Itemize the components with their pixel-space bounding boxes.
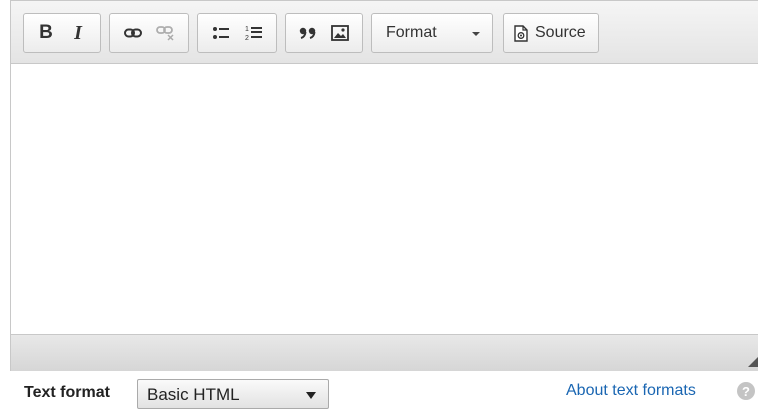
editor-content-area[interactable]: [11, 64, 758, 334]
source-button-label: Source: [535, 24, 586, 41]
editor-bottom-bar: [11, 334, 758, 371]
rich-text-editor: B I 1 2 Format Source: [10, 0, 758, 371]
format-dropdown[interactable]: Format: [371, 13, 493, 53]
text-format-row: Text format Basic HTML About text format…: [0, 371, 758, 413]
bulleted-list-button[interactable]: [206, 18, 236, 48]
dropdown-arrow-icon: [306, 392, 316, 399]
lists-group: 1 2: [197, 13, 277, 53]
link-button[interactable]: [118, 18, 148, 48]
bulleted-list-icon: [212, 27, 229, 39]
links-group: [109, 13, 189, 53]
unlink-icon: [155, 26, 174, 41]
numbered-list-icon: 1 2: [245, 26, 262, 42]
blocks-group: [285, 13, 363, 53]
italic-button[interactable]: I: [63, 18, 93, 48]
blockquote-icon: [299, 27, 316, 39]
resize-handle-icon[interactable]: [748, 357, 758, 367]
svg-text:1: 1: [245, 26, 249, 33]
basic-styles-group: B I: [23, 13, 101, 53]
text-format-selected-value: Basic HTML: [147, 385, 240, 404]
about-text-formats-link[interactable]: About text formats: [566, 382, 696, 400]
source-icon: [514, 24, 528, 42]
text-format-select[interactable]: Basic HTML: [137, 379, 329, 409]
numbered-list-button[interactable]: 1 2: [239, 18, 269, 48]
format-dropdown-label: Format: [386, 24, 437, 41]
image-icon: [331, 25, 349, 41]
text-format-label: Text format: [24, 384, 110, 401]
blockquote-button[interactable]: [293, 18, 323, 48]
bold-button[interactable]: B: [31, 18, 61, 48]
unlink-button[interactable]: [151, 18, 181, 48]
image-button[interactable]: [325, 18, 355, 48]
svg-text:2: 2: [245, 35, 249, 42]
link-icon: [123, 28, 142, 38]
help-icon[interactable]: ?: [737, 382, 755, 400]
chevron-down-icon: [472, 32, 480, 36]
source-button[interactable]: Source: [503, 13, 599, 53]
editor-toolbar: B I 1 2 Format Source: [11, 1, 758, 64]
